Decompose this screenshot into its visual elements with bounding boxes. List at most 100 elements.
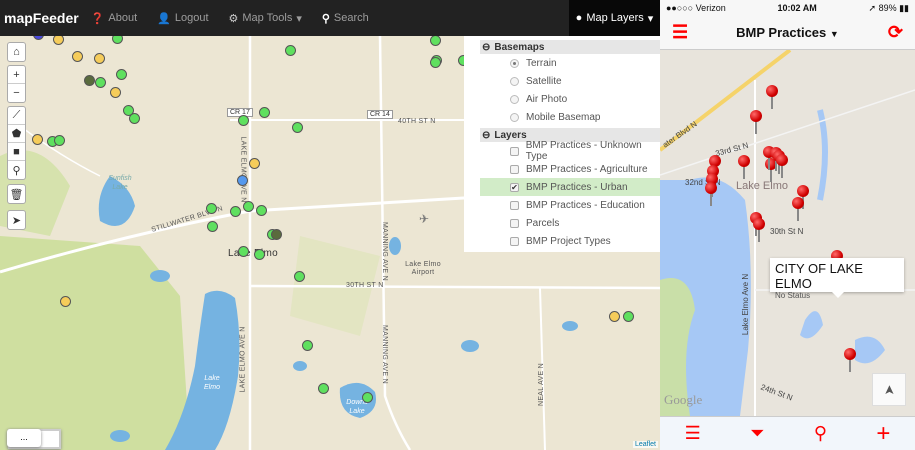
draw-line-icon[interactable]: ⟋ <box>8 107 25 125</box>
bmp-marker[interactable] <box>271 229 282 240</box>
basemap-option[interactable]: Air Photo <box>480 90 660 108</box>
bmp-marker[interactable] <box>72 51 83 62</box>
bmp-marker[interactable] <box>294 271 305 282</box>
about-link[interactable]: ❓ About <box>91 12 137 25</box>
bmp-marker[interactable] <box>32 134 43 145</box>
home-button[interactable]: ⌂ <box>7 42 26 62</box>
bmp-marker[interactable] <box>54 135 65 146</box>
battery-percent: 89% <box>878 2 897 13</box>
checkbox[interactable] <box>510 236 519 246</box>
status-bar: ●●○○○ Verizon 10:02 AM ➚ 89% ▮▮ <box>660 0 915 16</box>
checkbox[interactable] <box>510 146 519 156</box>
map-layers-dropdown[interactable]: ● Map Layers ▾ <box>569 0 660 36</box>
red-pin-marker[interactable] <box>844 348 856 372</box>
marker-callout[interactable]: CITY OF LAKE ELMO No Status <box>770 258 904 300</box>
layer-option[interactable]: Parcels <box>480 214 660 232</box>
layer-label: BMP Practices - Unknown Type <box>525 140 642 162</box>
bmp-marker[interactable] <box>292 122 303 133</box>
bmp-marker[interactable] <box>238 246 249 257</box>
bmp-marker[interactable] <box>259 107 270 118</box>
radio-button[interactable] <box>510 112 519 122</box>
basemap-option[interactable]: Terrain <box>480 54 660 72</box>
refresh-icon[interactable]: ⟳ <box>888 22 903 43</box>
leaflet-attribution[interactable]: Leaflet <box>632 441 658 448</box>
bmp-marker[interactable] <box>116 69 127 80</box>
delete-button[interactable]: 🗑 <box>7 184 26 204</box>
bmp-marker[interactable] <box>110 87 121 98</box>
red-pin-marker[interactable] <box>766 85 778 109</box>
checkbox[interactable]: ✔ <box>510 182 519 192</box>
draw-rectangle-icon[interactable]: ■ <box>8 143 25 161</box>
bmp-marker[interactable] <box>256 205 267 216</box>
basemap-option[interactable]: Mobile Basemap <box>480 108 660 126</box>
red-pin-marker[interactable] <box>792 197 804 221</box>
filter-icon[interactable]: ⏷ <box>750 423 764 444</box>
layer-option[interactable]: BMP Project Types <box>480 232 660 250</box>
bmp-marker[interactable] <box>430 35 441 46</box>
radio-button[interactable] <box>510 76 519 86</box>
search-icon[interactable]: ⚲ <box>814 423 827 444</box>
basemaps-header[interactable]: ⊖ Basemaps <box>480 40 660 54</box>
bmp-marker[interactable] <box>84 75 95 86</box>
red-pin-marker[interactable] <box>753 218 765 242</box>
draw-marker-icon[interactable]: ⚲ <box>8 161 25 179</box>
bmp-marker[interactable] <box>243 201 254 212</box>
locate-button[interactable]: ➤ <box>7 210 26 230</box>
red-pin-marker[interactable] <box>750 110 762 134</box>
more-button[interactable]: ... <box>7 429 41 447</box>
brand[interactable]: mapFeeder <box>4 10 79 26</box>
red-pin-marker[interactable] <box>738 155 750 179</box>
zoom-out-button[interactable]: − <box>8 84 25 102</box>
bmp-marker[interactable] <box>230 206 241 217</box>
bmp-marker[interactable] <box>237 175 248 186</box>
bmp-marker[interactable] <box>362 392 373 403</box>
red-pin-marker[interactable] <box>776 154 788 178</box>
red-pin-marker[interactable] <box>763 146 775 170</box>
list-icon[interactable]: ☰ <box>685 423 701 444</box>
bmp-marker[interactable] <box>95 77 106 88</box>
layer-selector[interactable]: BMP Practices ▼ <box>736 25 839 40</box>
bmp-marker[interactable] <box>318 383 329 394</box>
town-label: Lake Elmo <box>736 180 788 192</box>
layer-label: BMP Practices - Urban <box>526 181 628 193</box>
logout-link[interactable]: 👤 Logout <box>157 12 208 25</box>
search-icon: ⚲ <box>321 12 330 25</box>
checkbox[interactable] <box>510 200 519 210</box>
red-pin-marker[interactable] <box>705 182 717 206</box>
add-icon[interactable]: + <box>876 420 890 448</box>
layer-option[interactable]: ✔ BMP Practices - Urban <box>480 178 660 196</box>
my-location-button[interactable]: ➤ <box>872 373 906 406</box>
layer-option[interactable]: BMP Practices - Unknown Type <box>480 140 660 162</box>
bmp-marker[interactable] <box>206 203 217 214</box>
location-arrow-icon: ➤ <box>881 384 896 395</box>
bmp-marker[interactable] <box>129 113 140 124</box>
mobile-map[interactable]: ater Blvd N 33rd St N 32nd St N Lake Elm… <box>660 50 915 416</box>
bmp-marker[interactable] <box>60 296 71 307</box>
radio-button[interactable] <box>510 58 519 68</box>
basemaps-title: Basemaps <box>494 41 545 53</box>
basemap-label: Mobile Basemap <box>526 111 601 123</box>
bmp-marker[interactable] <box>623 311 634 322</box>
bmp-marker[interactable] <box>249 158 260 169</box>
layer-option[interactable]: BMP Practices - Agriculture <box>480 160 660 178</box>
radio-button[interactable] <box>510 94 519 104</box>
bmp-marker[interactable] <box>302 340 313 351</box>
layer-option[interactable]: BMP Practices - Education <box>480 196 660 214</box>
bmp-marker[interactable] <box>609 311 620 322</box>
sliders-icon[interactable]: ☰ <box>672 22 688 43</box>
checkbox[interactable] <box>510 164 519 174</box>
bmp-marker[interactable] <box>430 57 441 68</box>
red-pin-marker[interactable] <box>765 158 777 182</box>
draw-polygon-icon[interactable]: ⬟ <box>8 125 25 143</box>
mobile-bottom-toolbar: ☰ ⏷ ⚲ + <box>660 416 915 450</box>
basemap-option[interactable]: Satellite <box>480 72 660 90</box>
bmp-marker[interactable] <box>94 53 105 64</box>
map-tools-dropdown[interactable]: ⚙ Map Tools ▾ <box>229 12 302 25</box>
bmp-marker[interactable] <box>285 45 296 56</box>
bmp-marker[interactable] <box>207 221 218 232</box>
zoom-in-button[interactable]: + <box>8 66 25 84</box>
bmp-marker[interactable] <box>254 249 265 260</box>
checkbox[interactable] <box>510 218 519 228</box>
bmp-marker[interactable] <box>238 115 249 126</box>
search-link[interactable]: ⚲ Search <box>322 12 369 25</box>
